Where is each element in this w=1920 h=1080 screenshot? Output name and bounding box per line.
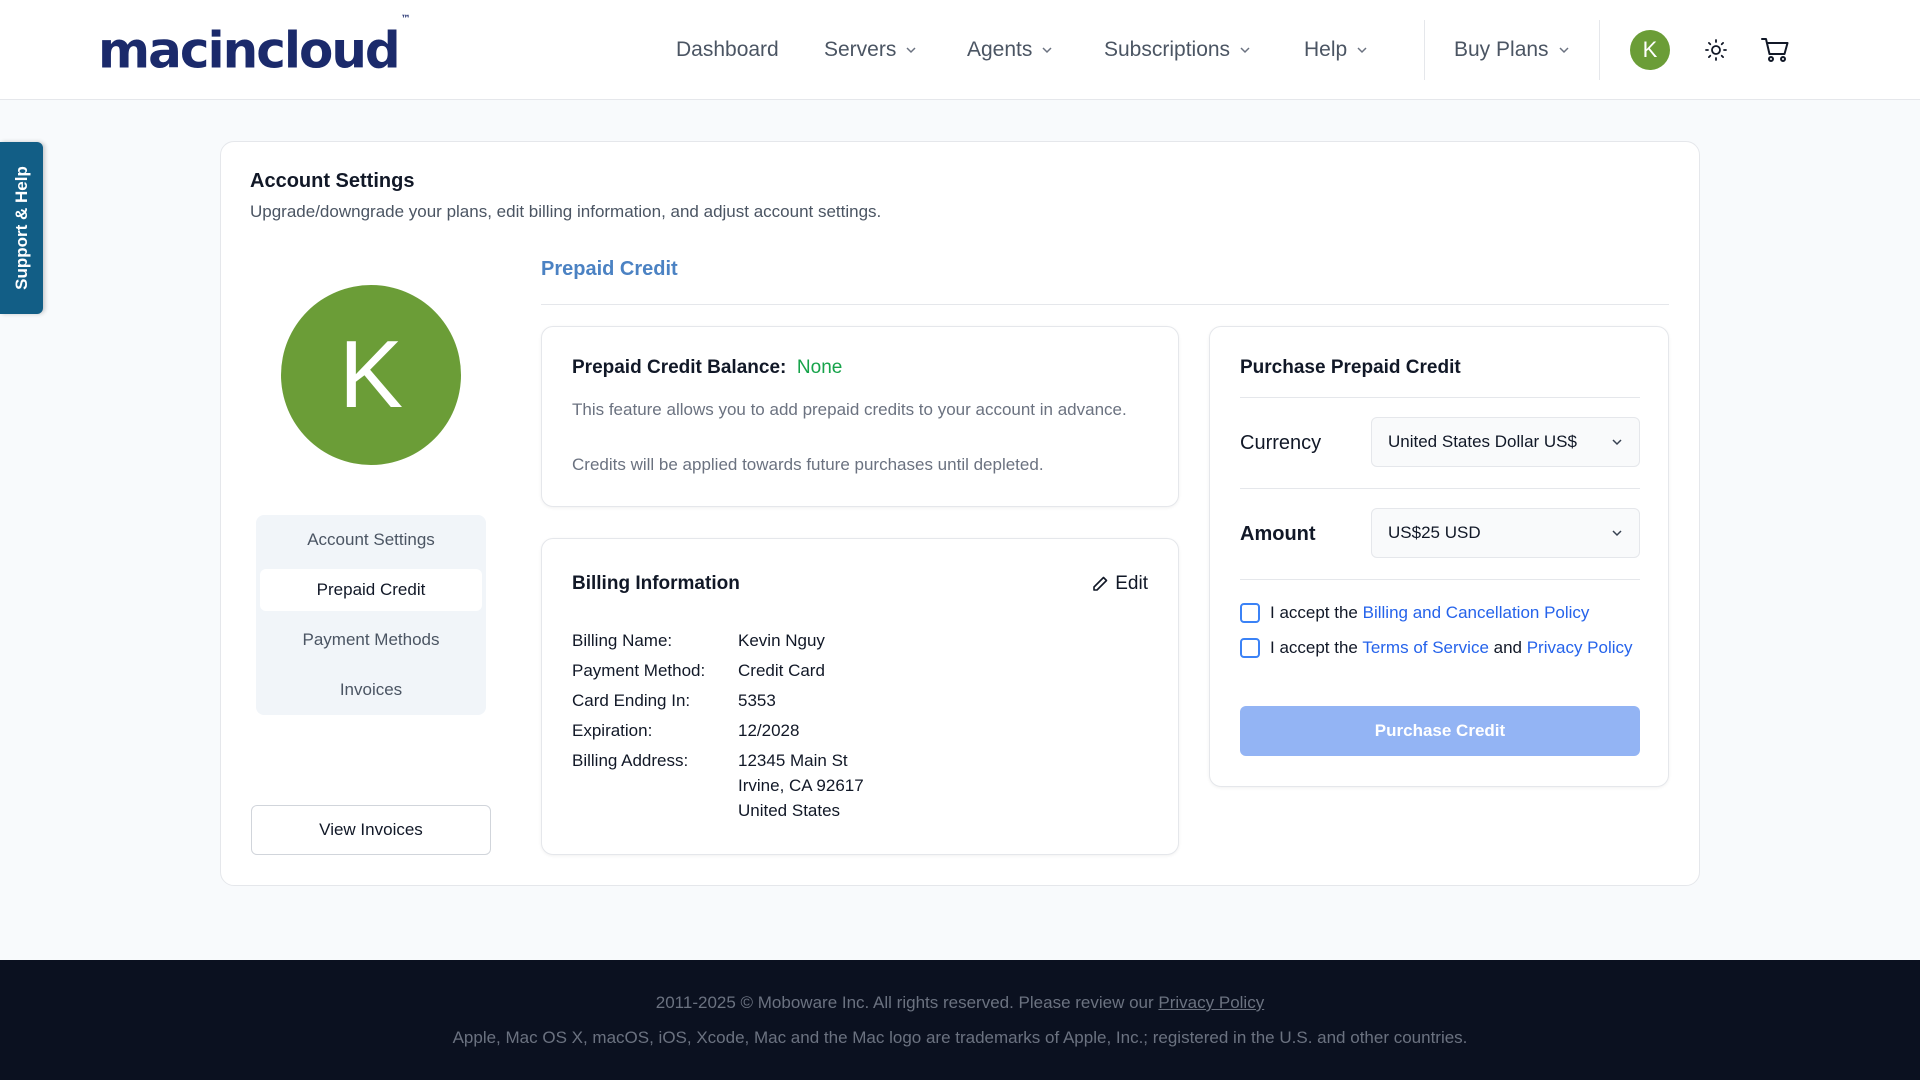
chevron-down-icon <box>1559 47 1569 54</box>
nav-subscriptions[interactable]: Subscriptions <box>1104 30 1250 70</box>
page-subtitle: Upgrade/downgrade your plans, edit billi… <box>250 202 882 221</box>
privacy-policy-link[interactable]: Privacy Policy <box>1527 638 1633 657</box>
nav-dashboard[interactable]: Dashboard <box>676 30 779 70</box>
section-heading: Prepaid Credit <box>541 258 678 280</box>
side-item-account-settings[interactable]: Account Settings <box>260 519 482 561</box>
nav-divider <box>1599 20 1600 80</box>
billing-address-label: Billing Address: <box>572 751 689 770</box>
side-item-invoices[interactable]: Invoices <box>260 669 482 711</box>
terms-of-service-link[interactable]: Terms of Service <box>1362 638 1489 657</box>
chevron-down-icon <box>1612 530 1622 537</box>
chevron-down-icon <box>1357 47 1367 54</box>
amount-select[interactable]: US$25 USD <box>1371 508 1640 558</box>
support-help-label: Support & Help <box>11 166 31 290</box>
nav-divider <box>1424 20 1425 80</box>
accept-billing-policy-text: I accept the Billing and Cancellation Po… <box>1270 603 1590 622</box>
amount-label: Amount <box>1240 523 1316 545</box>
side-item-prepaid-credit[interactable]: Prepaid Credit <box>260 569 482 611</box>
currency-label: Currency <box>1240 432 1322 454</box>
edit-billing-button[interactable]: Edit <box>1091 573 1148 595</box>
billing-title: Billing Information <box>572 573 740 594</box>
expiration-value: 12/2028 <box>738 721 800 740</box>
chevron-down-icon <box>1042 47 1052 54</box>
accept-terms-checkbox[interactable] <box>1240 638 1260 658</box>
balance-value: None <box>796 357 843 378</box>
footer-privacy-policy-link[interactable]: Privacy Policy <box>1158 993 1264 1012</box>
billing-address-line3: United States <box>738 801 841 820</box>
view-invoices-button[interactable]: View Invoices <box>251 805 491 855</box>
chevron-down-icon <box>906 47 916 54</box>
settings-side-menu: Account Settings Prepaid Credit Payment … <box>256 515 486 715</box>
side-item-payment-methods[interactable]: Payment Methods <box>260 619 482 661</box>
divider <box>1240 397 1640 398</box>
billing-name-value: Kevin Nguy <box>738 631 825 650</box>
accept-billing-policy-checkbox[interactable] <box>1240 603 1260 623</box>
billing-address-line1: 12345 Main St <box>738 751 848 770</box>
purchase-credit-card: Purchase Prepaid Credit Currency United … <box>1209 326 1669 787</box>
billing-address-line2: Irvine, CA 92617 <box>738 776 864 795</box>
billing-name-label: Billing Name: <box>572 631 673 650</box>
accept-terms-text: I accept the Terms of Service and Privac… <box>1270 638 1633 657</box>
balance-note: Credits will be applied towards future p… <box>572 455 1044 474</box>
billing-information-card: Billing Information Edit Billing Name: K… <box>541 538 1179 855</box>
profile-avatar: K <box>281 285 461 465</box>
support-help-tab[interactable]: Support & Help <box>0 142 43 314</box>
user-avatar[interactable]: K <box>1630 30 1670 70</box>
chevron-down-icon <box>1240 47 1250 54</box>
balance-description: This feature allows you to add prepaid c… <box>572 400 1127 419</box>
billing-cancellation-policy-link[interactable]: Billing and Cancellation Policy <box>1363 603 1590 622</box>
sun-icon[interactable] <box>1700 34 1732 66</box>
purchase-credit-button[interactable]: Purchase Credit <box>1240 706 1640 756</box>
divider <box>1240 488 1640 489</box>
card-ending-label: Card Ending In: <box>572 691 691 710</box>
footer-copyright: 2011-2025 © Moboware Inc. All rights res… <box>655 993 1265 1012</box>
nav-agents[interactable]: Agents <box>967 30 1052 70</box>
card-ending-value: 5353 <box>738 691 776 710</box>
payment-method-label: Payment Method: <box>572 661 706 680</box>
payment-method-value: Credit Card <box>738 661 825 680</box>
purchase-title: Purchase Prepaid Credit <box>1240 357 1461 378</box>
buy-plans-label: Buy Plans <box>1454 38 1549 61</box>
balance-title: Prepaid Credit Balance: None <box>572 357 843 378</box>
top-header: macincloud™ Dashboard Servers Agents Sub… <box>0 0 1920 100</box>
chevron-down-icon <box>1612 439 1622 446</box>
cart-icon[interactable] <box>1759 34 1791 66</box>
footer: 2011-2025 © Moboware Inc. All rights res… <box>0 960 1920 1080</box>
nav-help[interactable]: Help <box>1304 30 1367 70</box>
pencil-icon <box>1093 576 1108 591</box>
footer-trademark: Apple, Mac OS X, macOS, iOS, Xcode, Mac … <box>452 1028 1468 1047</box>
prepaid-balance-card: Prepaid Credit Balance: None This featur… <box>541 326 1179 507</box>
page-title: Account Settings <box>250 170 415 192</box>
section-divider <box>541 304 1669 305</box>
nav-servers[interactable]: Servers <box>824 30 916 70</box>
currency-select[interactable]: United States Dollar US$ <box>1371 417 1640 467</box>
expiration-label: Expiration: <box>572 721 653 740</box>
divider <box>1240 579 1640 580</box>
